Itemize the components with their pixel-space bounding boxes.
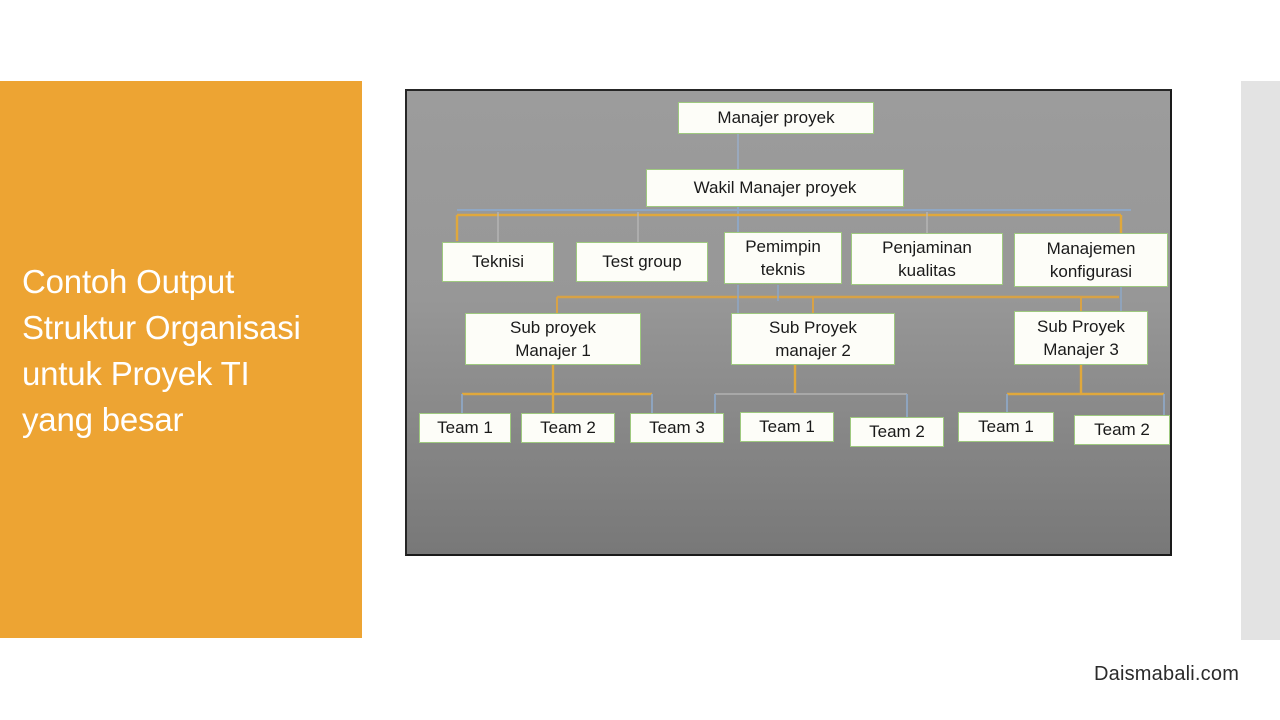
org-node-label: Test group bbox=[602, 252, 682, 271]
org-node-pemimpin-teknis: Pemimpin teknis bbox=[724, 232, 842, 284]
org-node-label: Team 2 bbox=[869, 422, 925, 441]
org-node-team-1-a: Team 1 bbox=[419, 413, 511, 443]
org-node-team-1-b: Team 1 bbox=[740, 412, 834, 442]
org-chart-image: Manajer proyek Wakil Manajer proyek Tekn… bbox=[405, 89, 1172, 556]
org-node-team-1-c: Team 1 bbox=[958, 412, 1054, 442]
org-node-team-2-c: Team 2 bbox=[1074, 415, 1170, 445]
org-node-sub-proyek-manajer-2: Sub Proyek manajer 2 bbox=[731, 313, 895, 365]
page-title: Contoh Output Struktur Organisasi untuk … bbox=[22, 263, 301, 438]
org-node-label: Team 1 bbox=[978, 417, 1034, 436]
org-node-sub-proyek-manajer-1: Sub proyek Manajer 1 bbox=[465, 313, 641, 365]
org-node-label: Wakil Manajer proyek bbox=[693, 178, 857, 197]
org-node-label: Sub proyek Manajer 1 bbox=[510, 318, 596, 360]
org-node-label: Team 2 bbox=[1094, 420, 1150, 439]
org-node-team-2-b: Team 2 bbox=[850, 417, 944, 447]
org-node-label: Teknisi bbox=[472, 252, 524, 271]
org-node-label: Team 1 bbox=[437, 418, 493, 437]
watermark-text: Daismabali.com bbox=[1094, 663, 1240, 685]
title-panel: Contoh Output Struktur Organisasi untuk … bbox=[0, 81, 362, 638]
org-node-teknisi: Teknisi bbox=[442, 242, 554, 282]
org-node-team-2-a: Team 2 bbox=[521, 413, 615, 443]
org-node-manajemen-konfigurasi: Manajemen konfigurasi bbox=[1014, 233, 1168, 287]
org-node-label: Sub Proyek manajer 2 bbox=[769, 318, 857, 360]
org-node-label: Sub Proyek Manajer 3 bbox=[1037, 317, 1125, 359]
org-node-wakil-manajer-proyek: Wakil Manajer proyek bbox=[646, 169, 904, 207]
org-node-test-group: Test group bbox=[576, 242, 708, 282]
org-node-penjaminan-kualitas: Penjaminan kualitas bbox=[851, 233, 1003, 285]
org-node-label: Penjaminan kualitas bbox=[882, 238, 972, 280]
org-node-manajer-proyek: Manajer proyek bbox=[678, 102, 874, 134]
org-node-label: Manajer proyek bbox=[717, 108, 835, 127]
org-node-label: Pemimpin teknis bbox=[745, 237, 821, 279]
org-node-label: Team 1 bbox=[759, 417, 815, 436]
org-node-label: Manajemen konfigurasi bbox=[1046, 239, 1136, 281]
org-node-label: Team 2 bbox=[540, 418, 596, 437]
org-node-team-3-a: Team 3 bbox=[630, 413, 724, 443]
org-node-sub-proyek-manajer-3: Sub Proyek Manajer 3 bbox=[1014, 311, 1148, 365]
right-side-strip bbox=[1241, 81, 1280, 640]
org-node-label: Team 3 bbox=[649, 418, 705, 437]
